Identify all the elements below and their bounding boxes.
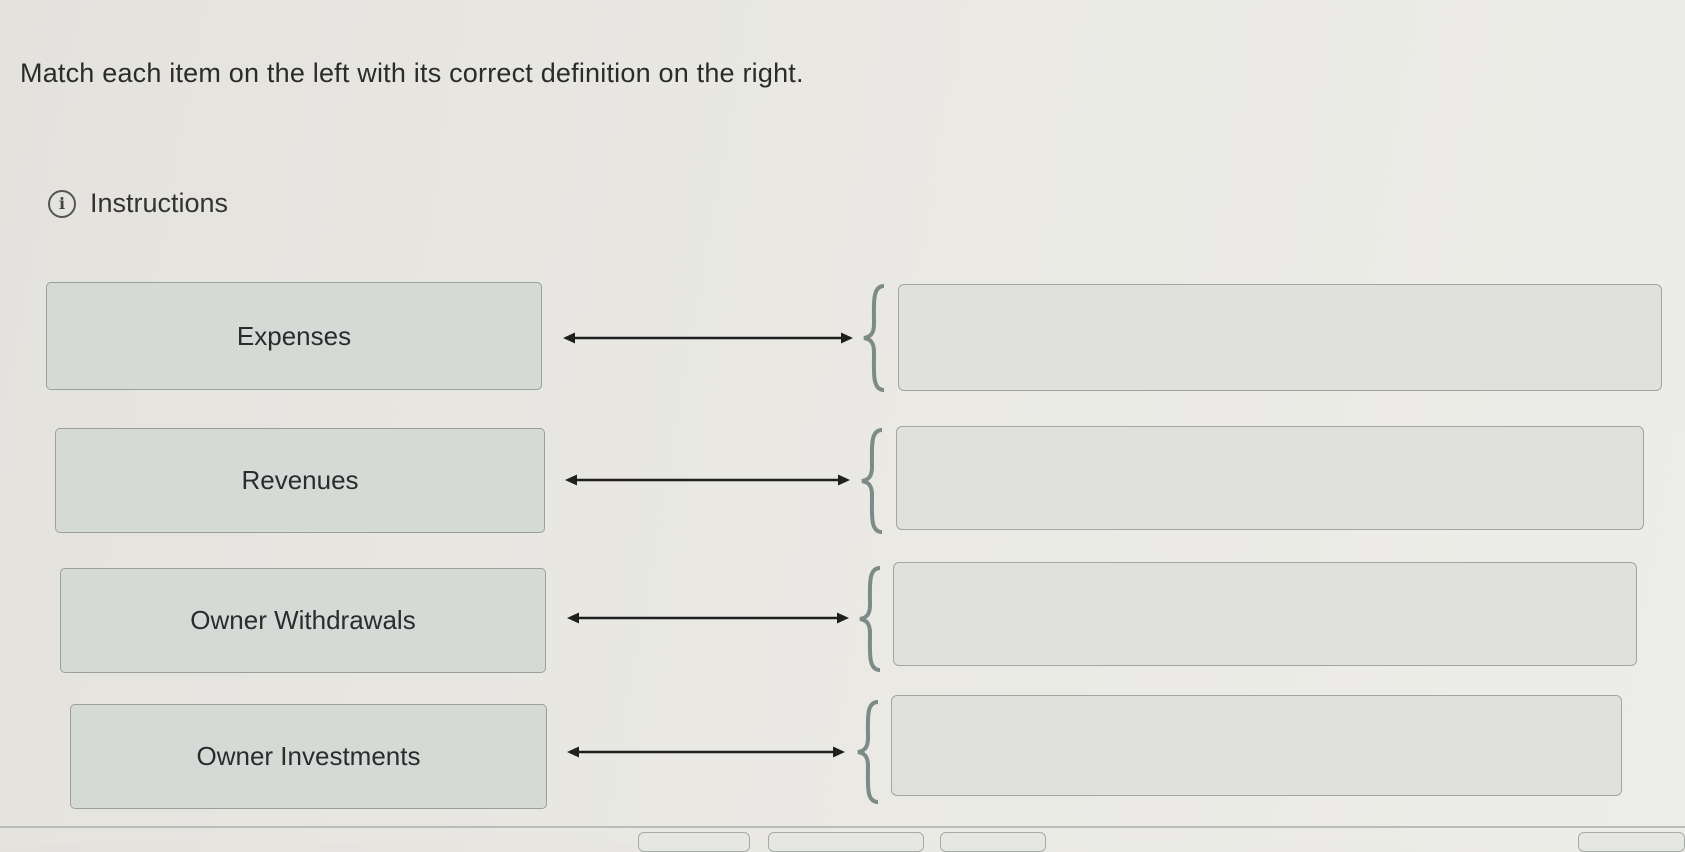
bottom-divider bbox=[0, 826, 1685, 828]
definition-drop-zone[interactable] bbox=[891, 695, 1622, 796]
definition-drop-zone[interactable] bbox=[893, 562, 1637, 666]
match-item-owner-investments[interactable]: Owner Investments bbox=[70, 704, 547, 809]
bottom-button[interactable] bbox=[940, 832, 1046, 852]
match-item-label: Revenues bbox=[241, 465, 359, 495]
brace-icon bbox=[863, 284, 885, 392]
definition-drop-zone[interactable] bbox=[896, 426, 1644, 530]
match-item-revenues[interactable]: Revenues bbox=[55, 428, 545, 533]
brace-icon bbox=[859, 566, 881, 672]
brace-icon bbox=[861, 428, 883, 534]
match-item-expenses[interactable]: Expenses bbox=[46, 282, 542, 390]
bottom-button[interactable] bbox=[768, 832, 924, 852]
match-item-label: Expenses bbox=[236, 320, 352, 351]
definition-drop-zone[interactable] bbox=[898, 284, 1662, 391]
brace-icon bbox=[857, 700, 879, 804]
match-item-label: Owner Withdrawals bbox=[190, 605, 416, 635]
question-prompt: Match each item on the left with its cor… bbox=[20, 58, 804, 88]
match-item-owner-withdrawals[interactable]: Owner Withdrawals bbox=[60, 568, 546, 673]
instructions-toggle[interactable]: i Instructions bbox=[48, 188, 228, 219]
double-arrow-icon bbox=[567, 746, 845, 758]
match-item-label: Owner Investments bbox=[196, 741, 421, 771]
info-icon: i bbox=[48, 189, 76, 218]
double-arrow-icon bbox=[563, 332, 853, 344]
instructions-label: Instructions bbox=[90, 188, 229, 218]
double-arrow-icon bbox=[567, 612, 849, 624]
bottom-button[interactable] bbox=[1578, 832, 1685, 852]
double-arrow-icon bbox=[565, 474, 850, 486]
bottom-button[interactable] bbox=[638, 832, 750, 852]
